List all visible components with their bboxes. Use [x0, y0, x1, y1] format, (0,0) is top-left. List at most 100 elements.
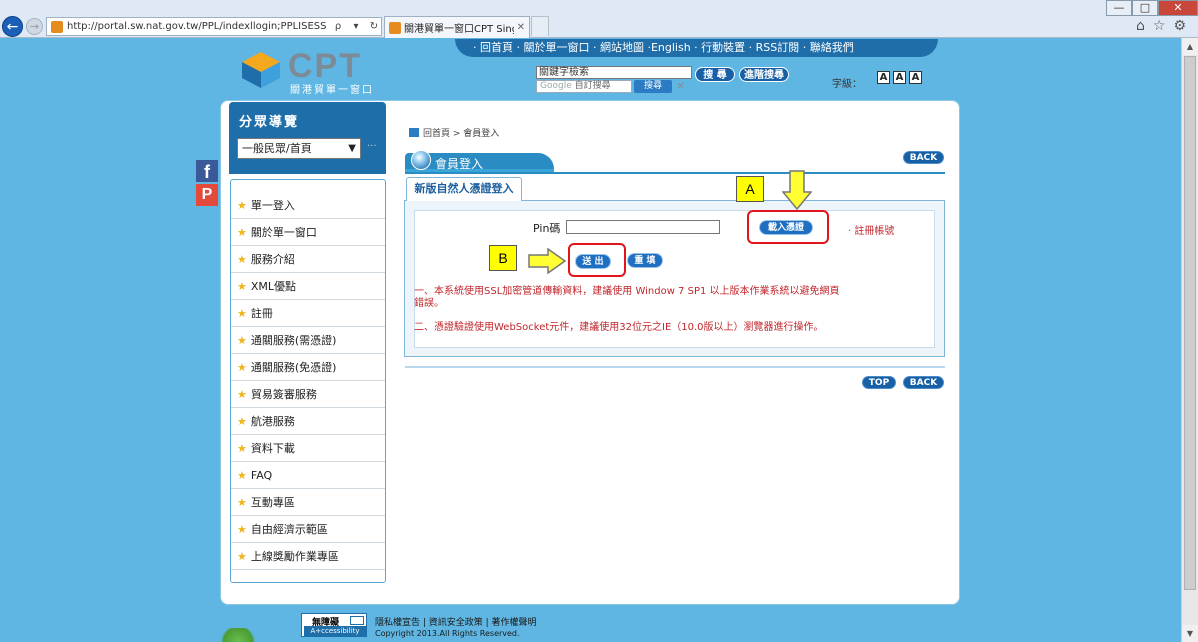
- pin-label: Pin碼: [533, 222, 561, 235]
- decorative-bush: [218, 628, 258, 642]
- sidebar-item-xml[interactable]: ★ XML優點: [231, 273, 385, 300]
- sidebar-item-services[interactable]: ★ 服務介紹: [231, 246, 385, 273]
- more-icon[interactable]: ...: [367, 138, 377, 149]
- accessibility-badge[interactable]: 無障礙 A+ccessibility: [301, 613, 367, 637]
- sidebar-item-free-economic[interactable]: ★ 自由經濟示範區: [231, 516, 385, 543]
- back-button-bottom[interactable]: BACK: [903, 376, 944, 389]
- section-title-tab: 會員登入: [405, 150, 554, 172]
- sidebar-item-label: 貿易簽審服務: [250, 388, 317, 401]
- logo-cube-icon: [242, 52, 280, 88]
- sidebar-item-label: 互動專區: [250, 496, 295, 509]
- sidebar-item-label: 航港服務: [250, 415, 295, 428]
- sidebar-item-customs-cert[interactable]: ★ 通關服務(需憑證): [231, 327, 385, 354]
- star-icon: ★: [237, 360, 247, 374]
- home-icon[interactable]: ⌂: [1136, 18, 1145, 34]
- top-button[interactable]: TOP: [862, 376, 896, 389]
- plurk-icon[interactable]: P: [196, 184, 218, 206]
- star-icon: ★: [237, 495, 247, 509]
- register-link[interactable]: ‧ 註冊帳號: [848, 222, 894, 237]
- logo-subtitle: 關港貿單一窗口: [290, 85, 374, 96]
- breadcrumb: 回首頁 > 會員登入: [409, 126, 499, 139]
- sidebar-item-single-login[interactable]: ★ 單一登入: [231, 192, 385, 219]
- sidebar-item-port[interactable]: ★ 航港服務: [231, 408, 385, 435]
- annotation-a-label: A: [736, 176, 764, 202]
- section-title: 會員登入: [435, 157, 484, 171]
- highlight-box-b: [568, 243, 626, 277]
- font-large-button[interactable]: A: [909, 71, 922, 84]
- note-ssl-line2: 錯誤。: [414, 298, 444, 309]
- sidebar-item-register[interactable]: ★ 註冊: [231, 300, 385, 327]
- reset-button[interactable]: 重 填: [627, 253, 663, 268]
- tab-close-icon[interactable]: ✕: [517, 22, 529, 33]
- audience-select-value: 一般民眾/首頁: [242, 142, 312, 155]
- sidebar-item-label: 服務介紹: [250, 253, 295, 266]
- google-placeholder: 自訂搜尋: [574, 81, 611, 91]
- sidebar-item-faq[interactable]: ★ FAQ: [231, 462, 385, 489]
- sidebar-item-trade[interactable]: ★ 貿易簽審服務: [231, 381, 385, 408]
- settings-gear-icon[interactable]: ⚙: [1173, 18, 1186, 34]
- star-icon: ★: [237, 333, 247, 347]
- annotation-b-label: B: [489, 245, 517, 271]
- note-ssl-line1: 一、本系統使用SSL加密管道傳輸資料，建議使用 Window 7 SP1 以上版…: [414, 286, 840, 297]
- audience-select[interactable]: 一般民眾/首頁 ▼: [237, 138, 361, 159]
- browser-tab[interactable]: 關港貿單一窗口CPT Single... ✕: [384, 16, 530, 38]
- sidebar-item-download[interactable]: ★ 資料下載: [231, 435, 385, 462]
- star-icon: ★: [237, 306, 247, 320]
- forward-arrow-icon[interactable]: →: [26, 18, 43, 35]
- top-nav-links[interactable]: · 回首頁 · 關於單一窗口 · 網站地圖 ·English · 行動裝置 · …: [455, 39, 938, 57]
- sidebar-item-about[interactable]: ★ 關於單一窗口: [231, 219, 385, 246]
- sidebar-item-label: 通關服務(免憑證): [250, 361, 337, 374]
- font-medium-button[interactable]: A: [893, 71, 906, 84]
- keyword-search-input[interactable]: 關鍵字檢索: [536, 66, 692, 79]
- font-small-button[interactable]: A: [877, 71, 890, 84]
- highlight-box-a: [747, 210, 829, 244]
- favorites-star-icon[interactable]: ☆: [1153, 18, 1166, 34]
- google-search-input[interactable]: Google 自訂搜尋: [536, 80, 632, 93]
- annotation-right-arrow-icon: [528, 248, 566, 274]
- star-icon: ★: [237, 522, 247, 536]
- star-icon: ★: [237, 549, 247, 563]
- star-icon: ★: [237, 252, 247, 266]
- font-size-label: 字級：: [832, 79, 862, 90]
- sidebar-item-label: XML優點: [250, 280, 297, 293]
- sidebar-item-customs-nocert[interactable]: ★ 通關服務(免憑證): [231, 354, 385, 381]
- minimize-icon[interactable]: —: [1106, 0, 1132, 16]
- address-bar[interactable]: http://portal.sw.nat.gov.tw/PPL/indexllo…: [46, 17, 382, 36]
- dropdown-icon[interactable]: ▾: [349, 21, 363, 32]
- logo-text: CPT: [288, 47, 362, 85]
- google-clear-icon[interactable]: ×: [676, 79, 685, 92]
- sidebar-item-label: FAQ: [250, 468, 273, 482]
- scroll-down-icon[interactable]: ▼: [1182, 625, 1198, 642]
- close-window-icon[interactable]: ✕: [1158, 0, 1198, 16]
- pin-input[interactable]: [566, 220, 720, 234]
- sidebar-item-label: 上線獎勵作業專區: [250, 550, 339, 563]
- content-bottom-divider: [405, 366, 945, 368]
- google-label: Google: [540, 81, 572, 91]
- address-url[interactable]: http://portal.sw.nat.gov.tw/PPL/indexllo…: [67, 21, 327, 32]
- audience-nav-header: 分眾導覽 一般民眾/首頁 ▼ ...: [229, 102, 386, 174]
- tab-citizen-cert-login[interactable]: 新版自然人憑證登入: [406, 177, 522, 201]
- star-icon: ★: [237, 468, 247, 482]
- sidebar-item-rewards[interactable]: ★ 上線獎勵作業專區: [231, 543, 385, 570]
- star-icon: ★: [237, 414, 247, 428]
- google-search-button[interactable]: 搜尋: [634, 80, 672, 93]
- sidebar-item-interactive[interactable]: ★ 互動專區: [231, 489, 385, 516]
- vertical-scrollbar[interactable]: ▲ ▼: [1181, 38, 1198, 642]
- facebook-icon[interactable]: f: [196, 160, 218, 182]
- new-tab-button[interactable]: [531, 16, 549, 36]
- search-button[interactable]: 搜 尋: [695, 67, 735, 82]
- audience-nav-title: 分眾導覽: [239, 115, 300, 130]
- breadcrumb-text[interactable]: 回首頁 > 會員登入: [423, 126, 499, 139]
- advanced-search-button[interactable]: 進階搜尋: [739, 67, 789, 82]
- back-button[interactable]: BACK: [903, 151, 944, 164]
- back-arrow-icon[interactable]: ←: [2, 16, 23, 37]
- search-icon[interactable]: ρ: [331, 21, 345, 32]
- scroll-up-icon[interactable]: ▲: [1182, 38, 1198, 55]
- site-favicon-icon: [51, 20, 63, 33]
- sidebar-item-label: 單一登入: [250, 199, 295, 212]
- maximize-icon[interactable]: □: [1132, 0, 1158, 16]
- cpt-logo[interactable]: CPT 關港貿單一窗口: [240, 47, 380, 96]
- refresh-icon[interactable]: ↻: [367, 21, 381, 32]
- scrollbar-thumb[interactable]: [1184, 56, 1196, 590]
- footer-links[interactable]: 隱私權宣告 | 資訊安全政策 | 著作權聲明: [375, 615, 537, 628]
